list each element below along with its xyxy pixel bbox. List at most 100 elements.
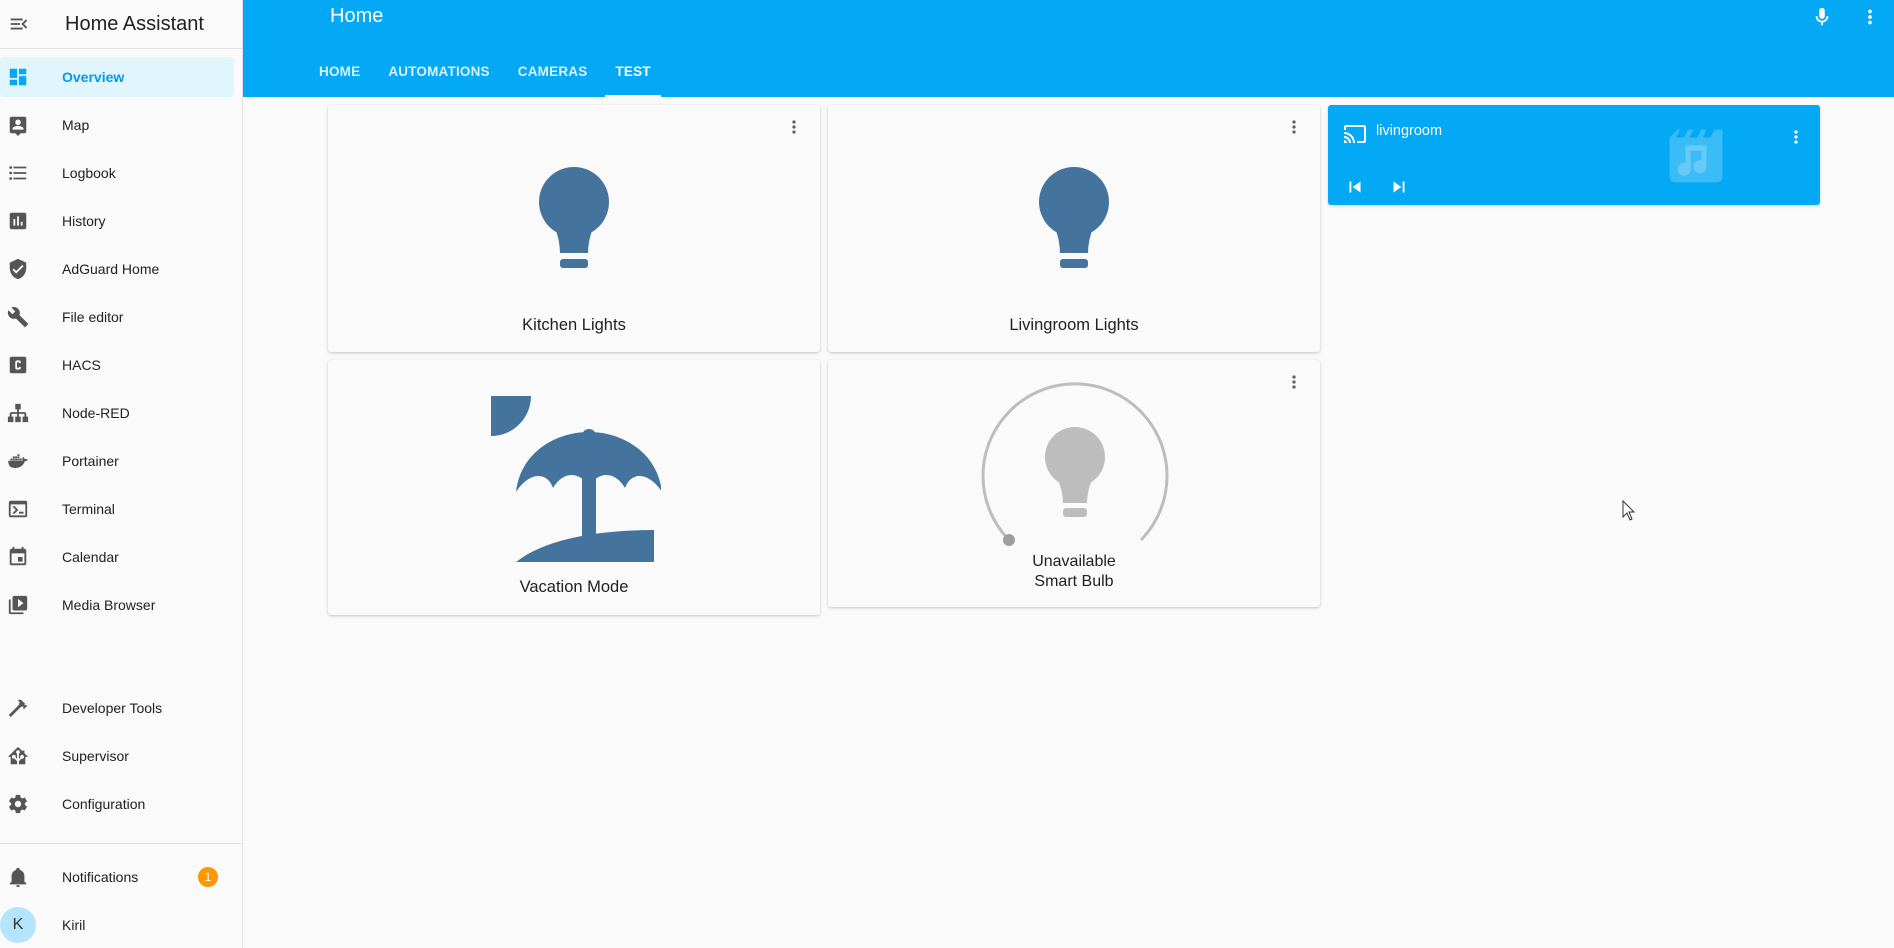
sidebar-item-label: Calendar bbox=[62, 549, 119, 565]
sidebar-item-overview[interactable]: Overview bbox=[0, 57, 243, 97]
previous-track-button[interactable] bbox=[1340, 172, 1370, 202]
media-player-name: livingroom bbox=[1376, 123, 1443, 139]
sitemap-icon bbox=[6, 401, 30, 425]
sidebar-item-adguard-home[interactable]: AdGuard Home bbox=[0, 249, 243, 289]
card-menu-button[interactable] bbox=[1282, 115, 1306, 139]
lightbulb-icon bbox=[1039, 167, 1109, 268]
sidebar-item-label: Media Browser bbox=[62, 597, 156, 613]
menu-open-icon bbox=[10, 18, 28, 30]
app-header: Home HOME AUTOMATIONS CAMERAS TEST bbox=[243, 0, 1894, 97]
sidebar-item-label: Map bbox=[62, 117, 90, 133]
sidebar-item-developer-tools[interactable]: Developer Tools bbox=[0, 688, 243, 728]
dots-vertical-icon bbox=[1292, 375, 1296, 389]
sidebar-item-supervisor[interactable]: Supervisor bbox=[0, 736, 243, 776]
notifications-count-badge: 1 bbox=[198, 867, 218, 887]
lightbulb-icon bbox=[1045, 427, 1105, 517]
microphone-icon bbox=[1815, 7, 1829, 26]
mouse-cursor-icon bbox=[1622, 500, 1636, 521]
card-menu-button[interactable] bbox=[1282, 370, 1306, 394]
lightbulb-icon bbox=[539, 167, 609, 268]
vacation-mode-card[interactable]: Vacation Mode bbox=[328, 360, 820, 615]
bell-icon bbox=[6, 865, 30, 889]
format-list-bulleted-icon bbox=[6, 161, 30, 185]
play-box-multiple-icon bbox=[6, 593, 30, 617]
sidebar-item-label: Overview bbox=[62, 69, 125, 85]
kitchen-lights-card[interactable]: Kitchen Lights bbox=[328, 105, 820, 352]
sidebar-item-calendar[interactable]: Calendar bbox=[0, 537, 243, 577]
media-card-menu-button[interactable] bbox=[1786, 127, 1806, 152]
sidebar-item-label: Supervisor bbox=[62, 748, 129, 764]
voice-assistant-button[interactable] bbox=[1798, 0, 1846, 34]
sidebar-item-label: Portainer bbox=[62, 453, 119, 469]
view-tabs: HOME AUTOMATIONS CAMERAS TEST bbox=[309, 56, 669, 97]
tab-home[interactable]: HOME bbox=[309, 56, 370, 97]
sidebar-item-portainer[interactable]: Portainer bbox=[0, 441, 243, 481]
next-track-button[interactable] bbox=[1384, 172, 1414, 202]
sidebar-header: Home Assistant bbox=[0, 0, 242, 49]
sidebar-item-hacs[interactable]: HACS bbox=[0, 345, 243, 385]
dots-vertical-icon bbox=[1794, 130, 1798, 144]
header-overflow-menu-button[interactable] bbox=[1846, 0, 1894, 34]
sidebar-item-label: AdGuard Home bbox=[62, 261, 160, 277]
sidebar-item-label: Kiril bbox=[62, 917, 86, 933]
tab-automations[interactable]: AUTOMATIONS bbox=[378, 56, 499, 97]
sidebar-item-label: Node-RED bbox=[62, 405, 130, 421]
sidebar-item-label: Terminal bbox=[62, 501, 115, 517]
card-menu-button[interactable] bbox=[782, 115, 806, 139]
hacs-icon bbox=[6, 353, 30, 377]
sidebar-item-terminal[interactable]: Terminal bbox=[0, 489, 243, 529]
sidebar-item-profile[interactable]: K Kiril bbox=[0, 905, 243, 945]
livingroom-lights-card[interactable]: Livingroom Lights bbox=[828, 105, 1320, 352]
shield-check-icon bbox=[6, 257, 30, 281]
tab-cameras[interactable]: CAMERAS bbox=[508, 56, 598, 97]
calendar-icon bbox=[6, 545, 30, 569]
sidebar-title: Home Assistant bbox=[65, 12, 204, 35]
sidebar-item-label: History bbox=[62, 213, 106, 229]
dots-vertical-icon bbox=[792, 120, 796, 134]
sidebar-item-configuration[interactable]: Configuration bbox=[0, 784, 243, 824]
sidebar-item-label: Configuration bbox=[62, 796, 146, 812]
sidebar-item-file-editor[interactable]: File editor bbox=[0, 297, 243, 337]
sidebar-item-history[interactable]: History bbox=[0, 201, 243, 241]
sidebar-item-logbook[interactable]: Logbook bbox=[0, 153, 243, 193]
card-name: Livingroom Lights bbox=[1009, 316, 1139, 334]
media-player-card[interactable]: livingroom bbox=[1328, 105, 1820, 205]
skip-next-icon bbox=[1393, 181, 1405, 193]
cast-icon bbox=[1344, 125, 1366, 143]
console-icon bbox=[6, 497, 30, 521]
sidebar: Home Assistant Overview Map Logbook Hist… bbox=[0, 0, 243, 948]
tab-test[interactable]: TEST bbox=[605, 56, 662, 97]
sidebar-divider bbox=[0, 843, 243, 844]
sidebar-item-map[interactable]: Map bbox=[0, 105, 243, 145]
wrench-icon bbox=[6, 305, 30, 329]
header-actions bbox=[1798, 0, 1894, 34]
sidebar-item-label: HACS bbox=[62, 357, 101, 373]
hammer-icon bbox=[6, 696, 30, 720]
docker-icon bbox=[6, 449, 30, 473]
smart-bulb-card[interactable]: Unavailable Smart Bulb bbox=[828, 360, 1320, 607]
sidebar-item-node-red[interactable]: Node-RED bbox=[0, 393, 243, 433]
cog-icon bbox=[6, 792, 30, 816]
dashboard-icon bbox=[6, 65, 30, 89]
map-account-icon bbox=[6, 113, 30, 137]
sidebar-item-notifications[interactable]: Notifications 1 bbox=[0, 857, 243, 897]
sidebar-item-label: Notifications bbox=[62, 869, 139, 885]
card-name: Smart Bulb bbox=[1034, 573, 1114, 590]
dots-vertical-icon bbox=[1868, 9, 1872, 25]
music-video-icon bbox=[1669, 129, 1723, 183]
card-name: Vacation Mode bbox=[519, 578, 629, 596]
avatar: K bbox=[0, 907, 36, 943]
sidebar-item-media-browser[interactable]: Media Browser bbox=[0, 585, 243, 625]
card-name: Kitchen Lights bbox=[522, 316, 626, 334]
dots-vertical-icon bbox=[1292, 120, 1296, 134]
page-title: Home bbox=[330, 5, 384, 27]
smart-bulb-state: Unavailable bbox=[1032, 553, 1116, 570]
home-assistant-icon bbox=[6, 744, 30, 768]
sidebar-item-label: Developer Tools bbox=[62, 700, 163, 716]
sidebar-item-label: File editor bbox=[62, 309, 124, 325]
chart-box-icon bbox=[6, 209, 30, 233]
beach-icon bbox=[491, 396, 661, 562]
sidebar-item-label: Logbook bbox=[62, 165, 116, 181]
sidebar-toggle-button[interactable] bbox=[1, 6, 37, 42]
skip-previous-icon bbox=[1349, 181, 1361, 193]
